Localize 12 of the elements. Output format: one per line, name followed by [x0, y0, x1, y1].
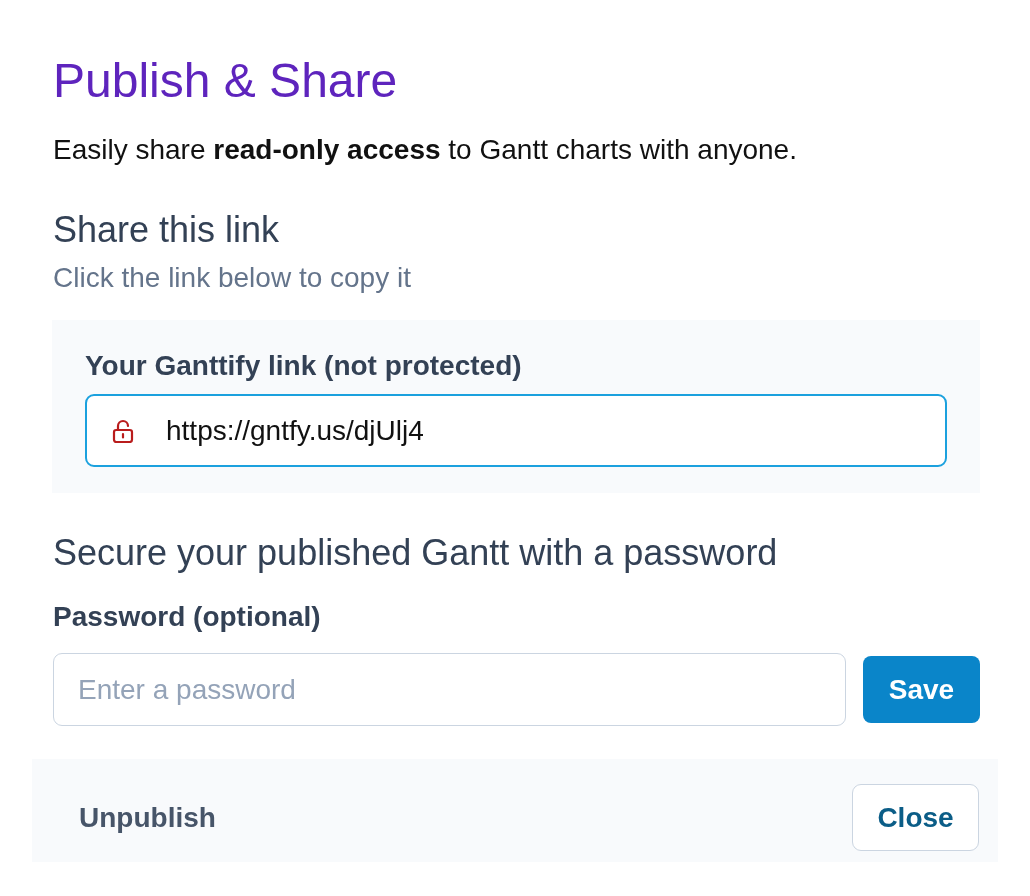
- dialog-title: Publish & Share: [53, 53, 398, 109]
- description-text: Easily share read-only access to Gantt charts with anyone.: [53, 133, 797, 167]
- close-button[interactable]: Close: [852, 784, 979, 851]
- link-field[interactable]: https://gntfy.us/djUlj4: [85, 394, 947, 467]
- field-label: Password (optional): [53, 600, 321, 634]
- unpublish-button[interactable]: Unpublish: [79, 800, 216, 835]
- hint-text: Click the link below to copy it: [53, 261, 411, 295]
- field-label: Your Ganttify link (not protected): [85, 349, 522, 383]
- section-heading: Secure your published Gantt with a password: [53, 531, 778, 574]
- password-field[interactable]: Enter a password: [53, 653, 846, 726]
- save-button[interactable]: Save: [863, 656, 980, 723]
- section-heading: Share this link: [53, 208, 280, 251]
